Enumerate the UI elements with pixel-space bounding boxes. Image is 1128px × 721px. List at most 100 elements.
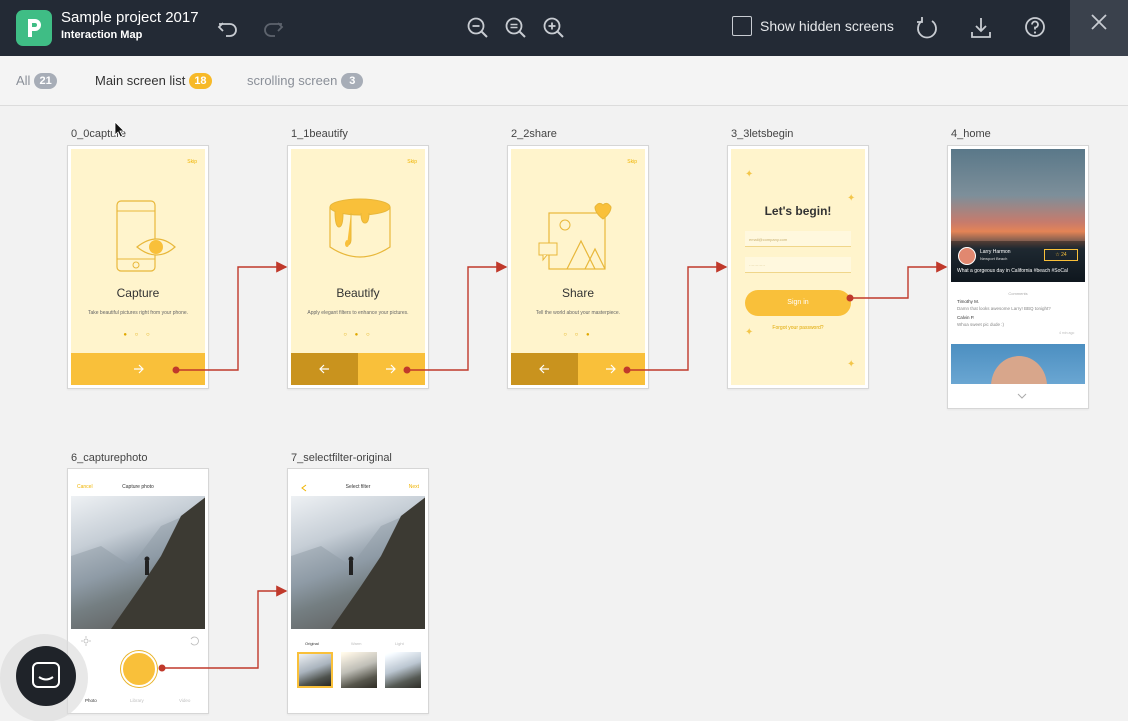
project-title[interactable]: Sample project 2017 <box>61 9 199 26</box>
screen-preview: Skip Share Tell the world about your mas… <box>511 149 645 385</box>
screen-card-selectfilter[interactable]: Select filter Next Original Warm Light <box>287 468 429 714</box>
arrow-right-icon <box>606 364 616 374</box>
mountain-photo <box>71 496 205 629</box>
close-icon <box>1091 14 1107 30</box>
camera-title: Capture photo <box>122 484 154 490</box>
screen-preview: Select filter Next Original Warm Light <box>291 472 425 710</box>
skip-link: Skip <box>187 159 197 165</box>
brightness-icon[interactable] <box>81 636 91 646</box>
screen-label: 7_selectfilter-original <box>291 452 392 464</box>
download-button[interactable] <box>967 14 995 42</box>
pagination-dots: ● ○ ○ <box>123 332 153 338</box>
forgot-password-link[interactable]: Forgot your password? <box>731 325 865 331</box>
redo-button[interactable] <box>259 14 287 42</box>
help-icon <box>1025 17 1045 37</box>
onboarding-footer <box>291 353 425 385</box>
screen-card-home[interactable]: Larry Harmon Newport Beach ☆ 24 What a g… <box>947 145 1089 409</box>
screen-card-beautify[interactable]: Skip Beautify Apply elegant filters to e… <box>287 145 429 389</box>
screen-label: 1_1beautify <box>291 128 348 140</box>
close-button[interactable] <box>1070 0 1128 56</box>
top-bar: Sample project 2017 Interaction Map Show… <box>0 0 1128 56</box>
arrow-left-icon <box>539 364 549 374</box>
onboarding-description: Take beautiful pictures right from your … <box>87 310 189 316</box>
filter-label: All <box>16 73 31 88</box>
mountain-ridge <box>71 497 205 629</box>
skip-link: Skip <box>627 159 637 165</box>
filter-tab-scrolling-screen[interactable]: scrolling screen 3 <box>247 73 364 89</box>
screen-card-letsbegin[interactable]: ✦ ✦ ✦ ✦ Let's begin! email@company.com ·… <box>727 145 869 389</box>
screen-card-share[interactable]: Skip Share Tell the world about your mas… <box>507 145 649 389</box>
comment-text: Damn that looks awesome Larry! BBQ tonig… <box>957 306 1051 311</box>
filter-tab-all[interactable]: All 21 <box>16 73 57 89</box>
refresh-button[interactable] <box>913 14 941 42</box>
filter-tab-main-screen-list[interactable]: Main screen list 18 <box>95 73 212 89</box>
undo-button[interactable] <box>214 14 242 42</box>
chevron-down-icon[interactable] <box>1017 393 1027 399</box>
switch-camera-icon[interactable] <box>189 636 199 646</box>
mountain-photo <box>291 496 425 629</box>
shutter-button[interactable] <box>121 651 157 687</box>
onboarding-title: Beautify <box>336 286 380 300</box>
filter-label: Main screen list <box>95 73 186 88</box>
chat-icon <box>32 662 60 688</box>
filter-thumb-original[interactable] <box>297 652 333 688</box>
show-hidden-checkbox[interactable] <box>732 16 752 36</box>
screen-card-capture[interactable]: Skip Capture Take beautiful pictures rig… <box>67 145 209 389</box>
chat-button[interactable] <box>16 646 76 706</box>
redo-icon <box>264 22 284 37</box>
screen-label: 6_capturephoto <box>71 452 148 464</box>
sparkle-icon: ✦ <box>847 193 856 204</box>
tab-library[interactable]: Library <box>130 698 144 703</box>
onboarding-description: Apply elegant filters to enhance your pi… <box>307 310 409 316</box>
pagination-dots: ○ ● ○ <box>343 332 373 338</box>
phone-eye-icon <box>116 200 176 272</box>
next-link[interactable]: Next <box>409 484 419 490</box>
zoom-in-icon <box>543 17 564 38</box>
screen-label: 3_3letsbegin <box>731 128 794 140</box>
sparkle-icon: ✦ <box>745 169 754 180</box>
email-field[interactable]: email@company.com <box>745 231 851 247</box>
tab-photo[interactable]: Photo <box>85 698 97 703</box>
screen-preview: Skip Capture Take beautiful pictures rig… <box>71 149 205 385</box>
view-title: Interaction Map <box>61 29 143 41</box>
sparkle-icon: ✦ <box>847 359 856 370</box>
post-location: Newport Beach <box>980 256 1008 261</box>
share-landscape-icon <box>538 202 612 270</box>
onboarding-footer <box>71 353 205 385</box>
filter-thumb-warm[interactable] <box>341 652 377 688</box>
screen-preview: Skip Beautify Apply elegant filters to e… <box>291 149 425 385</box>
comment-author: Timothy M. <box>957 299 980 304</box>
arrow-left-icon <box>319 364 329 374</box>
screen-label: 4_home <box>951 128 991 140</box>
login-title: Let's begin! <box>764 204 832 218</box>
screen-card-capturephoto[interactable]: Cancel Capture photo Photo Library Video <box>67 468 209 714</box>
show-hidden-label[interactable]: Show hidden screens <box>760 18 894 34</box>
mountain-ridge <box>291 497 425 629</box>
screen-filter-bar: All 21 Main screen list 18 scrolling scree… <box>0 56 1128 106</box>
zoom-out-button[interactable] <box>464 14 492 42</box>
zoom-fit-button[interactable] <box>502 14 530 42</box>
app-logo[interactable] <box>16 10 52 46</box>
sign-in-button[interactable]: Sign in <box>745 290 851 316</box>
avatar <box>958 247 976 265</box>
screen-label: 2_2share <box>511 128 557 140</box>
filter-thumb-light[interactable] <box>385 652 421 688</box>
help-button[interactable] <box>1021 14 1049 42</box>
count-badge: 3 <box>341 73 364 89</box>
password-field[interactable]: ············ <box>745 257 851 273</box>
post-caption: What a gorgeous day in California #beach… <box>957 268 1068 274</box>
screen-preview: ✦ ✦ ✦ ✦ Let's begin! email@company.com ·… <box>731 149 865 385</box>
onboarding-footer <box>511 353 645 385</box>
comment-text: Whoa sweet pic dude :) <box>957 322 1005 327</box>
filter-label: Original <box>305 641 319 646</box>
screen-preview: Cancel Capture photo Photo Library Video <box>71 472 205 710</box>
tab-video[interactable]: Video <box>179 698 190 703</box>
filter-label: Warm <box>351 641 362 646</box>
comment-time: 4 min ago <box>1059 331 1075 335</box>
mouse-cursor-icon <box>114 121 125 138</box>
skip-link: Skip <box>407 159 417 165</box>
post-author: Larry Harmon <box>980 249 1011 255</box>
zoom-in-button[interactable] <box>540 14 568 42</box>
comment-author: Calvin P. <box>957 315 975 320</box>
onboarding-description: Tell the world about your masterpiece. <box>535 310 621 316</box>
